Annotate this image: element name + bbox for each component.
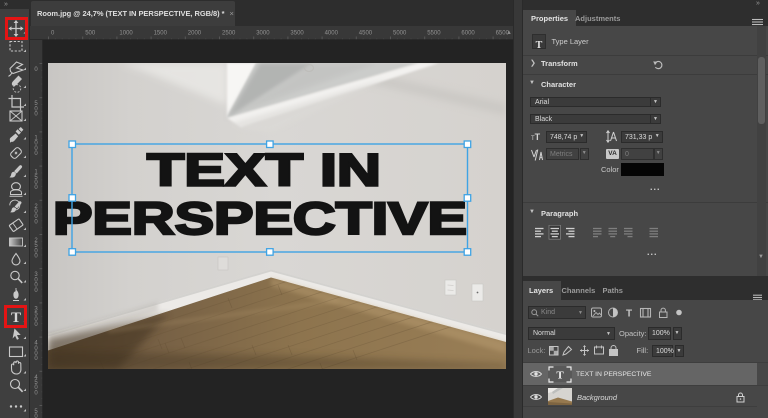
svg-text:0: 0 (34, 390, 38, 396)
svg-text:0: 0 (51, 31, 55, 37)
svg-text:6000: 6000 (461, 31, 475, 37)
svg-text:4000: 4000 (325, 31, 339, 37)
svg-text:0: 0 (34, 67, 38, 73)
svg-text:5000: 5000 (393, 31, 407, 37)
svg-text:2500: 2500 (222, 31, 236, 37)
svg-text:1000: 1000 (119, 31, 133, 37)
svg-text:3500: 3500 (290, 31, 304, 37)
svg-text:2000: 2000 (188, 31, 202, 37)
svg-text:5500: 5500 (427, 31, 441, 37)
svg-text:0: 0 (34, 414, 38, 418)
svg-text:T: T (626, 309, 632, 320)
svg-text:0: 0 (34, 112, 38, 118)
svg-text:0: 0 (34, 322, 38, 328)
svg-text:500: 500 (85, 31, 96, 37)
svg-text:0: 0 (34, 254, 38, 260)
svg-text:4500: 4500 (359, 31, 373, 37)
svg-text:1500: 1500 (154, 31, 168, 37)
svg-text:0: 0 (34, 356, 38, 362)
svg-text:T: T (556, 369, 564, 381)
svg-text:3000: 3000 (256, 31, 270, 37)
svg-text:0: 0 (34, 288, 38, 294)
svg-text:0: 0 (34, 185, 38, 191)
svg-text:0: 0 (34, 219, 38, 225)
svg-text:0: 0 (34, 151, 38, 157)
